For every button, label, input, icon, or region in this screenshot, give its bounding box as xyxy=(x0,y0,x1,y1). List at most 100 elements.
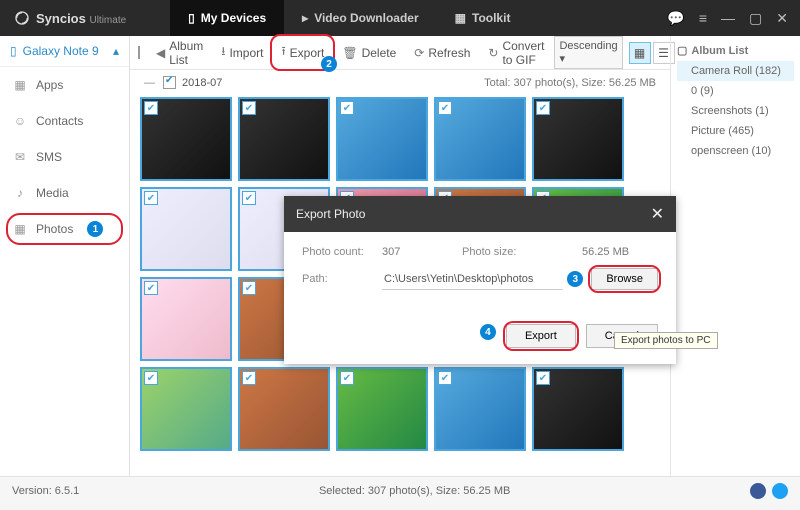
sort-select[interactable]: Descending ▾ xyxy=(554,36,622,69)
nav-photos[interactable]: ▦ Photos 1 xyxy=(0,211,129,247)
thumb-checkbox[interactable]: ✔ xyxy=(242,101,256,115)
device-row[interactable]: ▯ Galaxy Note 9 ▴ xyxy=(0,36,129,67)
thumb-checkbox[interactable]: ✔ xyxy=(340,101,354,115)
thumb-checkbox[interactable]: ✔ xyxy=(536,101,550,115)
import-icon: ⭳ xyxy=(221,42,225,63)
grid-view-toggle[interactable]: ▦ xyxy=(629,42,651,64)
grid-icon: ▦ xyxy=(455,11,466,25)
thumb-checkbox[interactable]: ✔ xyxy=(340,371,354,385)
callout-badge-2: 2 xyxy=(321,56,337,72)
path-input[interactable] xyxy=(382,269,563,290)
photo-thumb[interactable]: ✔ xyxy=(532,97,624,181)
photo-size-label: Photo size: xyxy=(462,246,582,258)
nav-sms[interactable]: ✉SMS xyxy=(0,139,129,175)
twitter-icon[interactable] xyxy=(772,483,788,499)
export-confirm-button[interactable]: Export xyxy=(506,324,576,348)
social-links xyxy=(750,483,788,499)
left-sidebar: ▯ Galaxy Note 9 ▴ ▦Apps ☺Contacts ✉SMS ♪… xyxy=(0,36,130,476)
photo-thumb[interactable]: ✔ xyxy=(434,97,526,181)
photo-thumb[interactable]: ✔ xyxy=(434,367,526,451)
titlebar: Syncios Ultimate ▯ My Devices ▸ Video Do… xyxy=(0,0,800,36)
version-label: Version: 6.5.1 xyxy=(12,485,79,497)
statusbar: Version: 6.5.1 Selected: 307 photo(s), S… xyxy=(0,476,800,504)
folder-icon: ▢ xyxy=(677,44,687,57)
nav-contacts[interactable]: ☺Contacts xyxy=(0,103,129,139)
tab-toolkit[interactable]: ▦ Toolkit xyxy=(437,0,529,36)
album-item[interactable]: Camera Roll (182) xyxy=(677,61,794,81)
export-tooltip: Export photos to PC xyxy=(614,332,718,349)
app-edition: Ultimate xyxy=(89,15,126,26)
thumb-checkbox[interactable]: ✔ xyxy=(144,281,158,295)
photo-count-label: Photo count: xyxy=(302,246,382,258)
callout-badge-3: 3 xyxy=(567,271,583,287)
browse-button[interactable]: Browse xyxy=(591,268,658,290)
photo-thumb[interactable]: ✔ xyxy=(140,187,232,271)
photo-thumb[interactable]: ✔ xyxy=(336,367,428,451)
refresh-button[interactable]: ⟳Refresh xyxy=(406,41,478,65)
thumb-checkbox[interactable]: ✔ xyxy=(536,371,550,385)
nav-media[interactable]: ♪Media xyxy=(0,175,129,211)
facebook-icon[interactable] xyxy=(750,483,766,499)
photo-thumb[interactable]: ✔ xyxy=(238,367,330,451)
album-list-button[interactable]: ◀Album List xyxy=(148,34,211,72)
minimize-icon[interactable]: — xyxy=(721,10,735,27)
speech-icon[interactable]: 💬 xyxy=(667,10,684,27)
album-item[interactable]: 0 (9) xyxy=(677,81,794,101)
maximize-icon[interactable]: ▢ xyxy=(749,10,762,27)
content-toolbar: ◀Album List ⭳Import ⭱Export 🗑Delete ⟳Ref… xyxy=(130,36,670,70)
photo-thumb[interactable]: ✔ xyxy=(238,97,330,181)
group-checkbox[interactable] xyxy=(163,76,176,89)
group-label: 2018-07 xyxy=(182,77,222,89)
dialog-close-icon[interactable]: ✕ xyxy=(651,204,664,224)
thumb-checkbox[interactable]: ✔ xyxy=(242,281,256,295)
trash-icon: 🗑 xyxy=(342,46,357,60)
sms-icon: ✉ xyxy=(12,149,28,165)
thumb-checkbox[interactable]: ✔ xyxy=(438,371,452,385)
tab-video-downloader[interactable]: ▸ Video Downloader xyxy=(284,0,437,36)
back-arrow-icon: ◀ xyxy=(156,46,165,60)
phone-icon: ▯ xyxy=(10,44,17,58)
apps-icon: ▦ xyxy=(12,77,28,93)
delete-button[interactable]: 🗑Delete xyxy=(334,41,404,65)
photo-thumb[interactable]: ✔ xyxy=(336,97,428,181)
callout-badge-1: 1 xyxy=(87,221,103,237)
app-logo: Syncios Ultimate xyxy=(0,10,140,26)
app-name: Syncios xyxy=(36,11,86,26)
media-icon: ♪ xyxy=(12,185,28,201)
thumb-checkbox[interactable]: ✔ xyxy=(144,371,158,385)
dialog-title: Export Photo xyxy=(296,207,365,221)
album-sidebar: ▢Album List Camera Roll (182) 0 (9) Scre… xyxy=(670,36,800,476)
album-item[interactable]: Picture (465) xyxy=(677,121,794,141)
contacts-icon: ☺ xyxy=(12,113,28,129)
close-icon[interactable]: ✕ xyxy=(776,10,788,27)
phone-icon: ▯ xyxy=(188,11,195,25)
thumb-checkbox[interactable]: ✔ xyxy=(144,101,158,115)
photo-thumb[interactable]: ✔ xyxy=(532,367,624,451)
play-icon: ▸ xyxy=(302,11,308,25)
thumb-checkbox[interactable]: ✔ xyxy=(438,101,452,115)
photo-thumb[interactable]: ✔ xyxy=(140,277,232,361)
select-all-checkbox[interactable] xyxy=(138,46,140,59)
import-button[interactable]: ⭳Import xyxy=(213,37,271,68)
album-item[interactable]: openscreen (10) xyxy=(677,141,794,161)
photos-icon: ▦ xyxy=(12,221,28,237)
eject-icon[interactable]: ▴ xyxy=(113,44,119,58)
album-list-header: ▢Album List xyxy=(677,44,794,57)
selection-status: Selected: 307 photo(s), Size: 56.25 MB xyxy=(319,485,510,497)
menu-icon[interactable]: ≡ xyxy=(699,10,707,27)
thumb-checkbox[interactable]: ✔ xyxy=(144,191,158,205)
group-stats: Total: 307 photo(s), Size: 56.25 MB xyxy=(484,77,656,89)
convert-icon: ↻ xyxy=(488,46,498,60)
photo-thumb[interactable]: ✔ xyxy=(140,367,232,451)
refresh-icon: ⟳ xyxy=(414,46,424,60)
thumb-checkbox[interactable]: ✔ xyxy=(242,371,256,385)
thumb-checkbox[interactable]: ✔ xyxy=(242,191,256,205)
callout-badge-4: 4 xyxy=(480,324,496,340)
nav-apps[interactable]: ▦Apps xyxy=(0,67,129,103)
photo-thumb[interactable]: ✔ xyxy=(140,97,232,181)
photo-size-value: 56.25 MB xyxy=(582,246,658,258)
path-label: Path: xyxy=(302,273,382,285)
convert-gif-button[interactable]: ↻Convert to GIF xyxy=(480,34,552,72)
tab-my-devices[interactable]: ▯ My Devices xyxy=(170,0,284,36)
album-item[interactable]: Screenshots (1) xyxy=(677,101,794,121)
